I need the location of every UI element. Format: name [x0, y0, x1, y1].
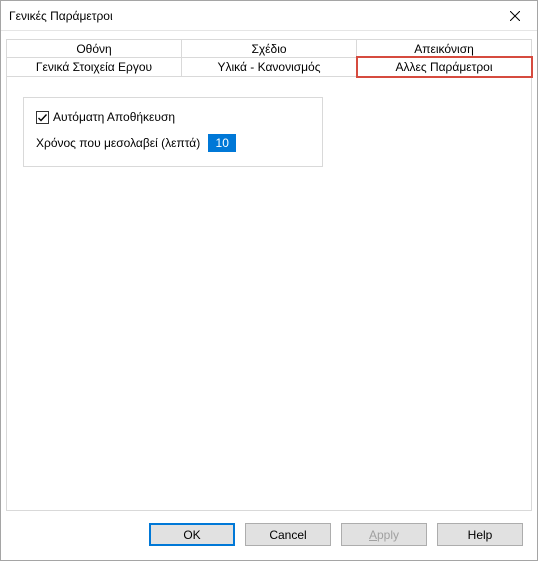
tab-drawing[interactable]: Σχέδιο	[182, 39, 357, 59]
ok-button[interactable]: OK	[149, 523, 235, 546]
interval-label: Χρόνος που μεσολαβεί (λεπτά)	[36, 136, 200, 150]
tab-label: Οθόνη	[76, 42, 111, 56]
autosave-checkbox-row: Αυτόματη Αποθήκευση	[36, 110, 310, 124]
interval-input[interactable]: 10	[208, 134, 236, 152]
tab-panel-other-parameters: Αυτόματη Αποθήκευση Χρόνος που μεσολαβεί…	[6, 76, 532, 511]
tab-materials-regulation[interactable]: Υλικά - Κανονισμός	[182, 57, 357, 77]
help-button[interactable]: Help	[437, 523, 523, 546]
button-label: Help	[468, 528, 493, 542]
tab-row-1: Οθόνη Σχέδιο Απεικόνιση	[6, 39, 532, 58]
tab-screen[interactable]: Οθόνη	[6, 39, 182, 59]
check-icon	[37, 112, 48, 123]
autosave-label: Αυτόματη Αποθήκευση	[53, 110, 175, 124]
interval-value: 10	[209, 136, 235, 150]
dialog-general-parameters: Γενικές Παράμετροι Οθόνη Σχέδιο Απεικόνι…	[0, 0, 538, 561]
titlebar: Γενικές Παράμετροι	[1, 1, 537, 31]
tab-display[interactable]: Απεικόνιση	[357, 39, 532, 59]
tab-label: Αλλες Παράμετροι	[395, 60, 492, 74]
tab-label: Σχέδιο	[251, 42, 286, 56]
window-title: Γενικές Παράμετροι	[9, 9, 493, 23]
tab-strip: Οθόνη Σχέδιο Απεικόνιση Γενικά Στοιχεία …	[6, 39, 532, 77]
interval-row: Χρόνος που μεσολαβεί (λεπτά) 10	[36, 134, 310, 152]
close-button[interactable]	[493, 1, 537, 30]
autosave-checkbox[interactable]	[36, 111, 49, 124]
autosave-group: Αυτόματη Αποθήκευση Χρόνος που μεσολαβεί…	[23, 97, 323, 167]
tab-label: Υλικά - Κανονισμός	[217, 60, 320, 74]
tab-label: Γενικά Στοιχεία Εργου	[36, 60, 152, 74]
tab-row-2: Γενικά Στοιχεία Εργου Υλικά - Κανονισμός…	[6, 57, 532, 77]
apply-button: Apply	[341, 523, 427, 546]
button-label: Cancel	[269, 528, 306, 542]
cancel-button[interactable]: Cancel	[245, 523, 331, 546]
dialog-button-row: OK Cancel Apply Help	[1, 511, 537, 560]
tab-project-general[interactable]: Γενικά Στοιχεία Εργου	[6, 57, 182, 77]
tab-label: Απεικόνιση	[414, 42, 474, 56]
dialog-body: Οθόνη Σχέδιο Απεικόνιση Γενικά Στοιχεία …	[1, 31, 537, 511]
button-label: OK	[183, 528, 200, 542]
tab-other-parameters[interactable]: Αλλες Παράμετροι	[357, 57, 532, 77]
close-icon	[510, 11, 520, 21]
button-label: Apply	[369, 528, 399, 542]
